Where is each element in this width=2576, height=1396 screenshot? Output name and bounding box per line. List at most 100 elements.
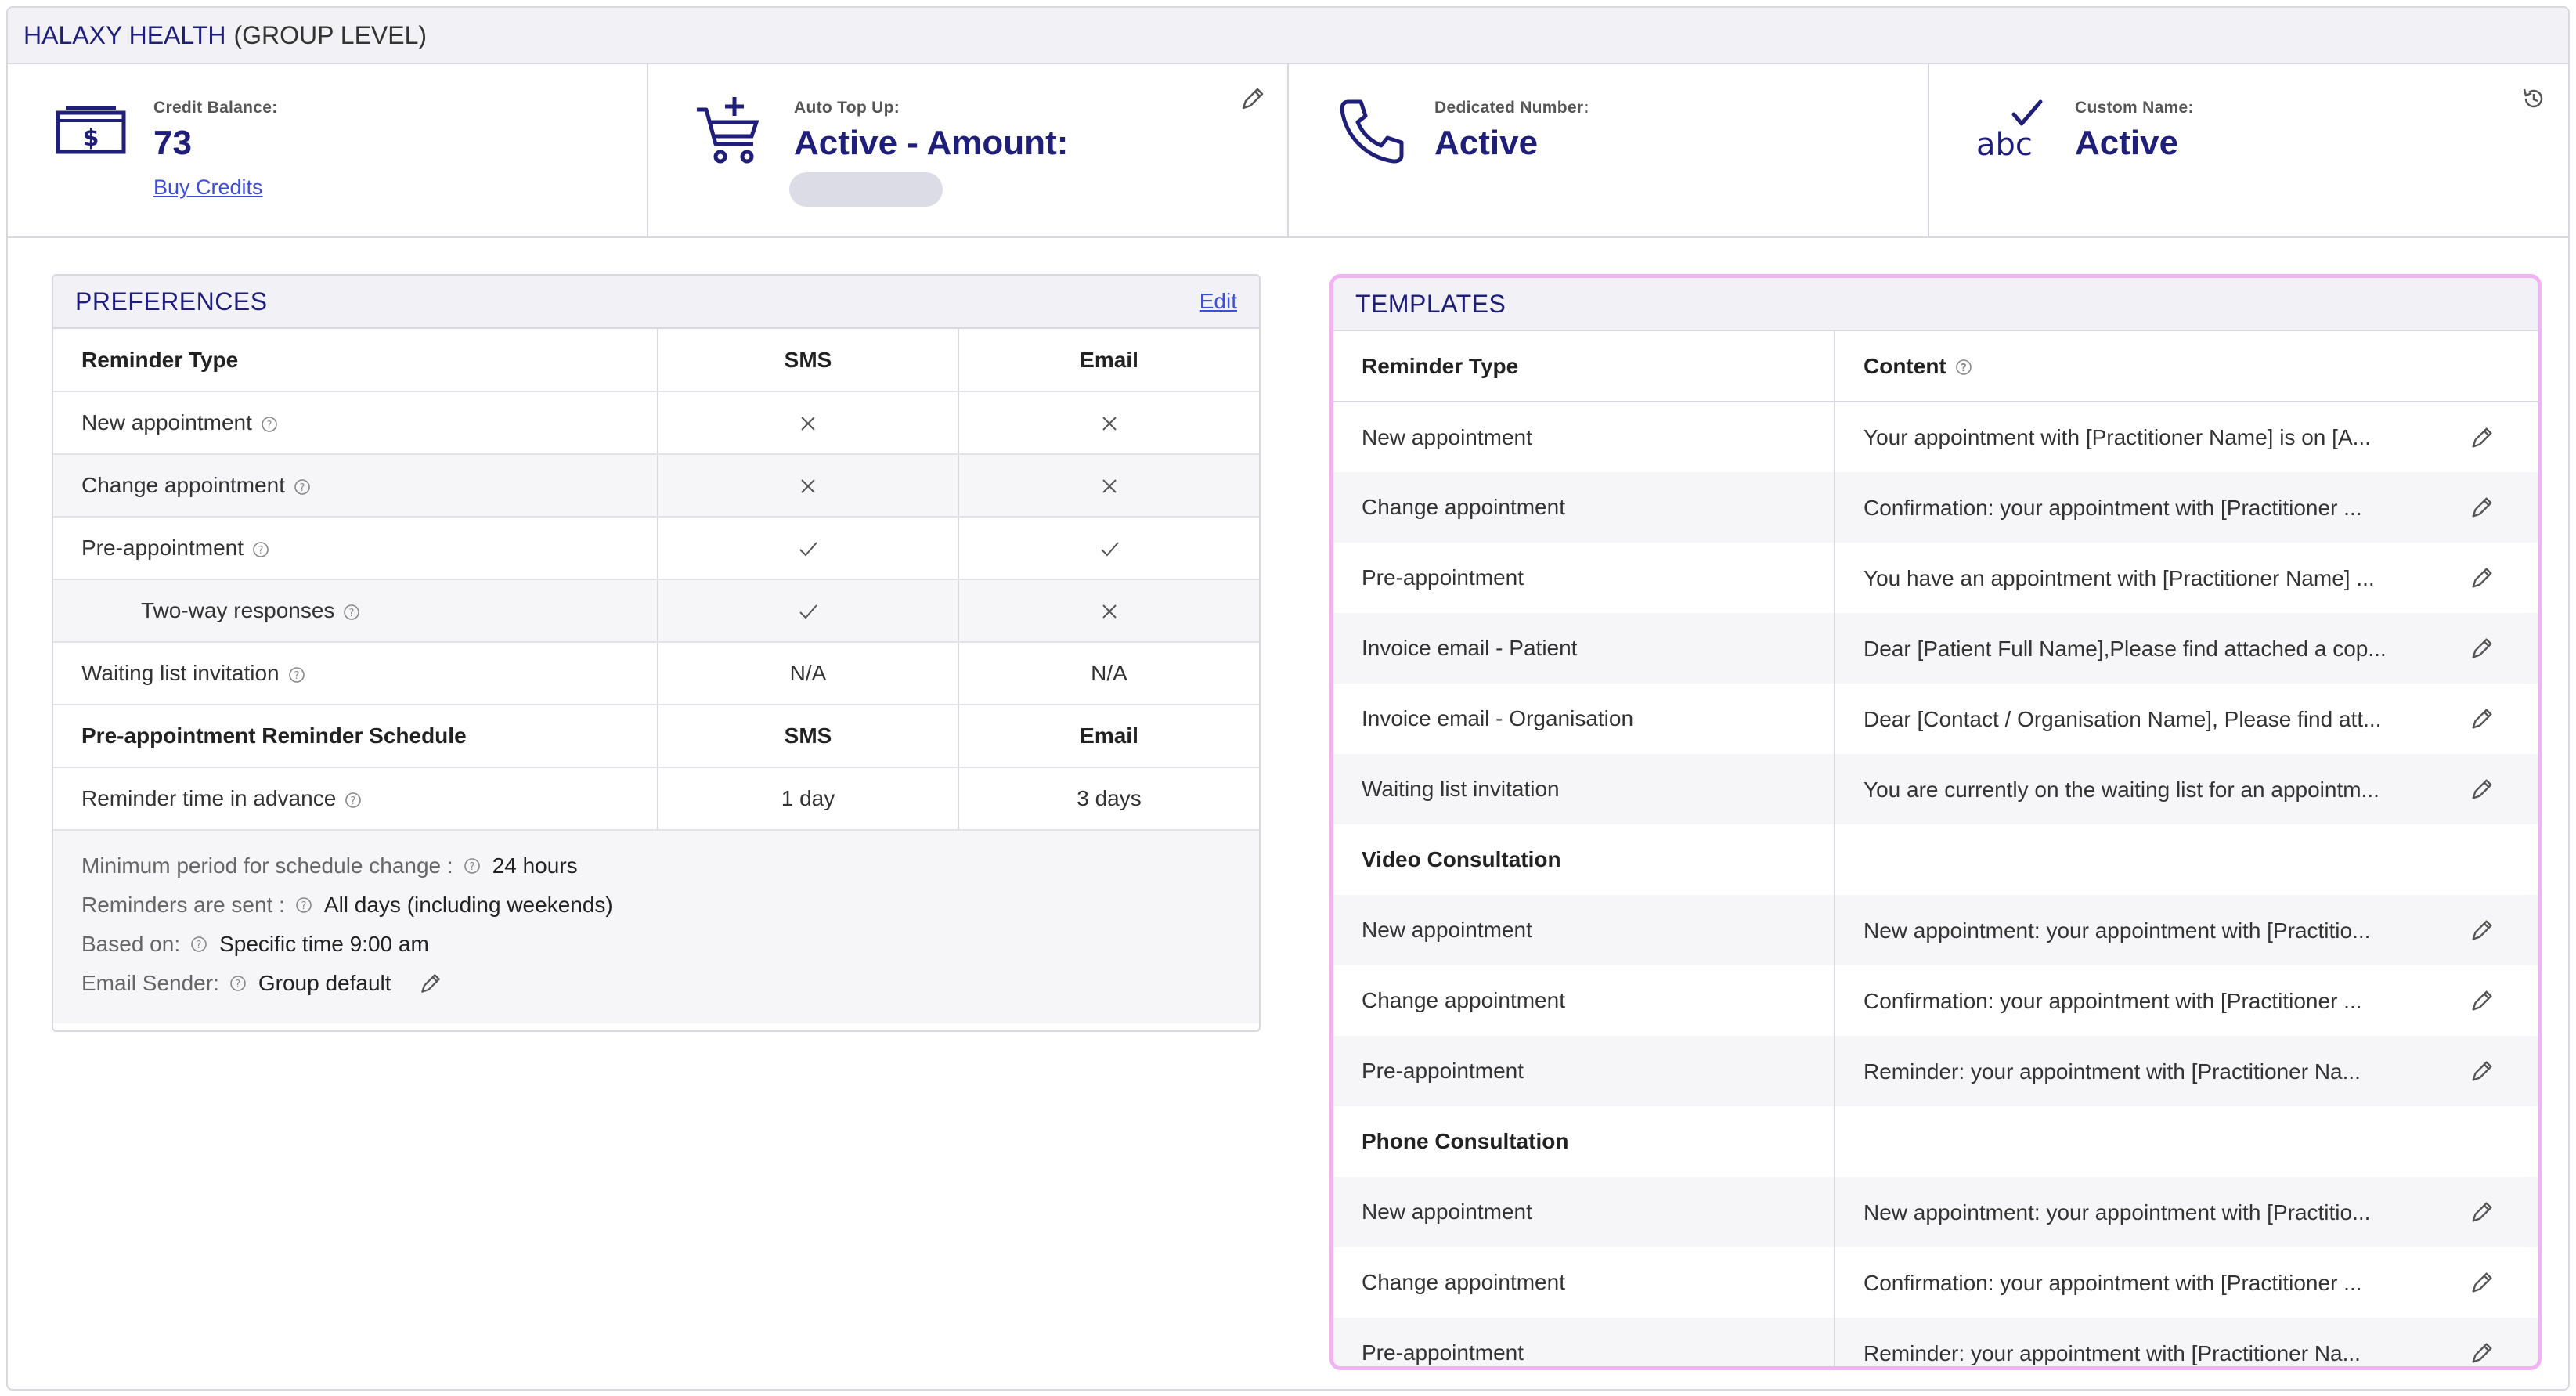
help-icon[interactable]: ? xyxy=(342,603,361,622)
template-type: New appointment xyxy=(1333,1177,1835,1247)
based-on-row: Based on: ? Specific time 9:00 am xyxy=(81,932,429,956)
edit-pencil-icon[interactable] xyxy=(2469,1340,2495,1366)
template-type: Invoice email - Patient xyxy=(1333,613,1835,684)
svg-text:?: ? xyxy=(235,979,240,990)
svg-text:?: ? xyxy=(258,545,264,557)
template-content[interactable]: New appointment: your appointment with [… xyxy=(1835,895,2538,965)
check-icon xyxy=(799,604,817,619)
custom-name-card: abc Custom Name: Active xyxy=(1929,64,2568,236)
help-icon[interactable]: ? xyxy=(260,415,279,434)
table-row: Waiting list invitation You are currently… xyxy=(1333,754,2538,824)
row-label: Waiting list invitation xyxy=(81,661,280,685)
template-content[interactable]: Reminder: your appointment with [Practit… xyxy=(1835,1318,2538,1366)
edit-pencil-icon[interactable] xyxy=(2469,705,2495,732)
edit-pencil-icon[interactable] xyxy=(2469,424,2495,451)
edit-pencil-icon[interactable] xyxy=(2469,1199,2495,1225)
edit-pencil-icon[interactable] xyxy=(418,971,443,996)
x-icon xyxy=(801,479,815,494)
x-icon xyxy=(1102,479,1117,494)
template-content[interactable]: Confirmation: your appointment with [Pra… xyxy=(1835,472,2538,543)
table-row: Waiting list invitation? N/A N/A xyxy=(53,642,1259,705)
credit-balance-label: Credit Balance: xyxy=(153,99,278,117)
row-label: Two-way responses xyxy=(141,598,335,622)
dedicated-number-value: Active xyxy=(1434,124,1539,162)
phone-icon xyxy=(1340,99,1404,164)
help-icon[interactable]: ? xyxy=(229,974,247,993)
templates-table: Reminder Type Content? New appointment Yo… xyxy=(1333,331,2538,1366)
refresh-icon[interactable] xyxy=(2520,85,2548,113)
check-icon xyxy=(799,542,817,557)
page-title: HALAXY HEALTH (GROUP LEVEL) xyxy=(8,8,2568,64)
template-type: Pre-appointment xyxy=(1333,1036,1835,1106)
edit-pencil-icon[interactable] xyxy=(2469,494,2495,521)
preferences-table: Reminder Type SMS Email New appointment?… xyxy=(53,329,1259,831)
amount-placeholder xyxy=(789,172,943,207)
row-label: New appointment xyxy=(81,410,252,435)
edit-pencil-icon[interactable] xyxy=(1239,85,1267,113)
abc-check-icon: abc xyxy=(1976,99,2043,163)
help-icon[interactable]: ? xyxy=(287,666,306,684)
preferences-header: PREFERENCES Edit xyxy=(53,276,1259,329)
table-row: Change appointment? xyxy=(53,454,1259,518)
x-icon xyxy=(801,417,815,431)
help-icon[interactable]: ? xyxy=(251,540,270,559)
col-reminder-type: Reminder Type xyxy=(53,329,658,392)
edit-pencil-icon[interactable] xyxy=(2469,565,2495,591)
dedicated-number-card: Dedicated Number: Active xyxy=(1289,64,1929,236)
svg-text:abc: abc xyxy=(1976,127,2033,163)
template-content[interactable]: Your appointment with [Practitioner Name… xyxy=(1835,402,2538,472)
edit-pencil-icon[interactable] xyxy=(2469,1269,2495,1296)
buy-credits-link[interactable]: Buy Credits xyxy=(153,175,263,200)
money-icon: $ xyxy=(56,106,126,154)
svg-text:?: ? xyxy=(301,900,306,912)
credit-balance-value: 73 xyxy=(153,124,192,162)
edit-pencil-icon[interactable] xyxy=(2469,987,2495,1014)
custom-name-label: Custom Name: xyxy=(2075,99,2194,117)
table-row: Change appointment Confirmation: your app… xyxy=(1333,1247,2538,1318)
preferences-edit-link[interactable]: Edit xyxy=(1200,289,1237,314)
help-icon[interactable]: ? xyxy=(293,478,312,496)
schedule-header: Pre-appointment Reminder Schedule xyxy=(53,705,658,768)
check-icon xyxy=(1100,542,1119,557)
svg-text:?: ? xyxy=(469,861,474,873)
templates-panel: TEMPLATES Reminder Type Content? New app… xyxy=(1329,274,2542,1370)
row-label: Reminder time in advance xyxy=(81,786,337,810)
help-icon[interactable]: ? xyxy=(344,791,363,810)
template-content[interactable]: Reminder: your appointment with [Practit… xyxy=(1835,1036,2538,1106)
edit-pencil-icon[interactable] xyxy=(2469,917,2495,943)
template-content[interactable]: Confirmation: your appointment with [Pra… xyxy=(1835,965,2538,1036)
template-content[interactable]: Dear [Contact / Organisation Name], Plea… xyxy=(1835,684,2538,754)
edit-pencil-icon[interactable] xyxy=(2469,776,2495,803)
edit-pencil-icon[interactable] xyxy=(2469,1058,2495,1084)
table-row: Pre-appointment? xyxy=(53,517,1259,580)
reminders-sent-row: Reminders are sent : ? All days (includi… xyxy=(81,893,613,917)
svg-text:?: ? xyxy=(349,608,355,619)
table-row: Invoice email - Patient Dear [Patient Ful… xyxy=(1333,613,2538,684)
template-content[interactable]: You have an appointment with [Practition… xyxy=(1835,543,2538,613)
org-level: (GROUP LEVEL) xyxy=(233,20,428,49)
x-icon xyxy=(1102,604,1117,619)
template-content[interactable]: Dear [Patient Full Name],Please find att… xyxy=(1835,613,2538,684)
table-row: Invoice email - Organisation Dear [Contac… xyxy=(1333,684,2538,754)
help-icon[interactable]: ? xyxy=(294,896,313,914)
help-icon[interactable]: ? xyxy=(463,857,482,875)
template-content[interactable]: You are currently on the waiting list fo… xyxy=(1835,754,2538,824)
template-type: Pre-appointment xyxy=(1333,1318,1835,1366)
email-value: 3 days xyxy=(958,767,1259,831)
template-content[interactable]: New appointment: your appointment with [… xyxy=(1835,1177,2538,1247)
svg-text:?: ? xyxy=(266,420,272,431)
sms-value: 1 day xyxy=(657,767,958,831)
cart-plus-icon xyxy=(697,97,759,164)
help-icon[interactable]: ? xyxy=(1954,358,1973,377)
row-label: Pre-appointment xyxy=(81,536,244,560)
group-label: Phone Consultation xyxy=(1333,1106,1835,1177)
template-type: Waiting list invitation xyxy=(1333,754,1835,824)
auto-top-up-value: Active - Amount: xyxy=(794,124,1069,162)
min-period-row: Minimum period for schedule change : ? 2… xyxy=(81,853,578,878)
templates-title: TEMPLATES xyxy=(1355,289,1506,318)
help-icon[interactable]: ? xyxy=(189,935,208,954)
svg-text:?: ? xyxy=(294,670,299,682)
edit-pencil-icon[interactable] xyxy=(2469,635,2495,662)
table-row: Reminder time in advance? 1 day 3 days xyxy=(53,767,1259,831)
template-content[interactable]: Confirmation: your appointment with [Pra… xyxy=(1835,1247,2538,1318)
